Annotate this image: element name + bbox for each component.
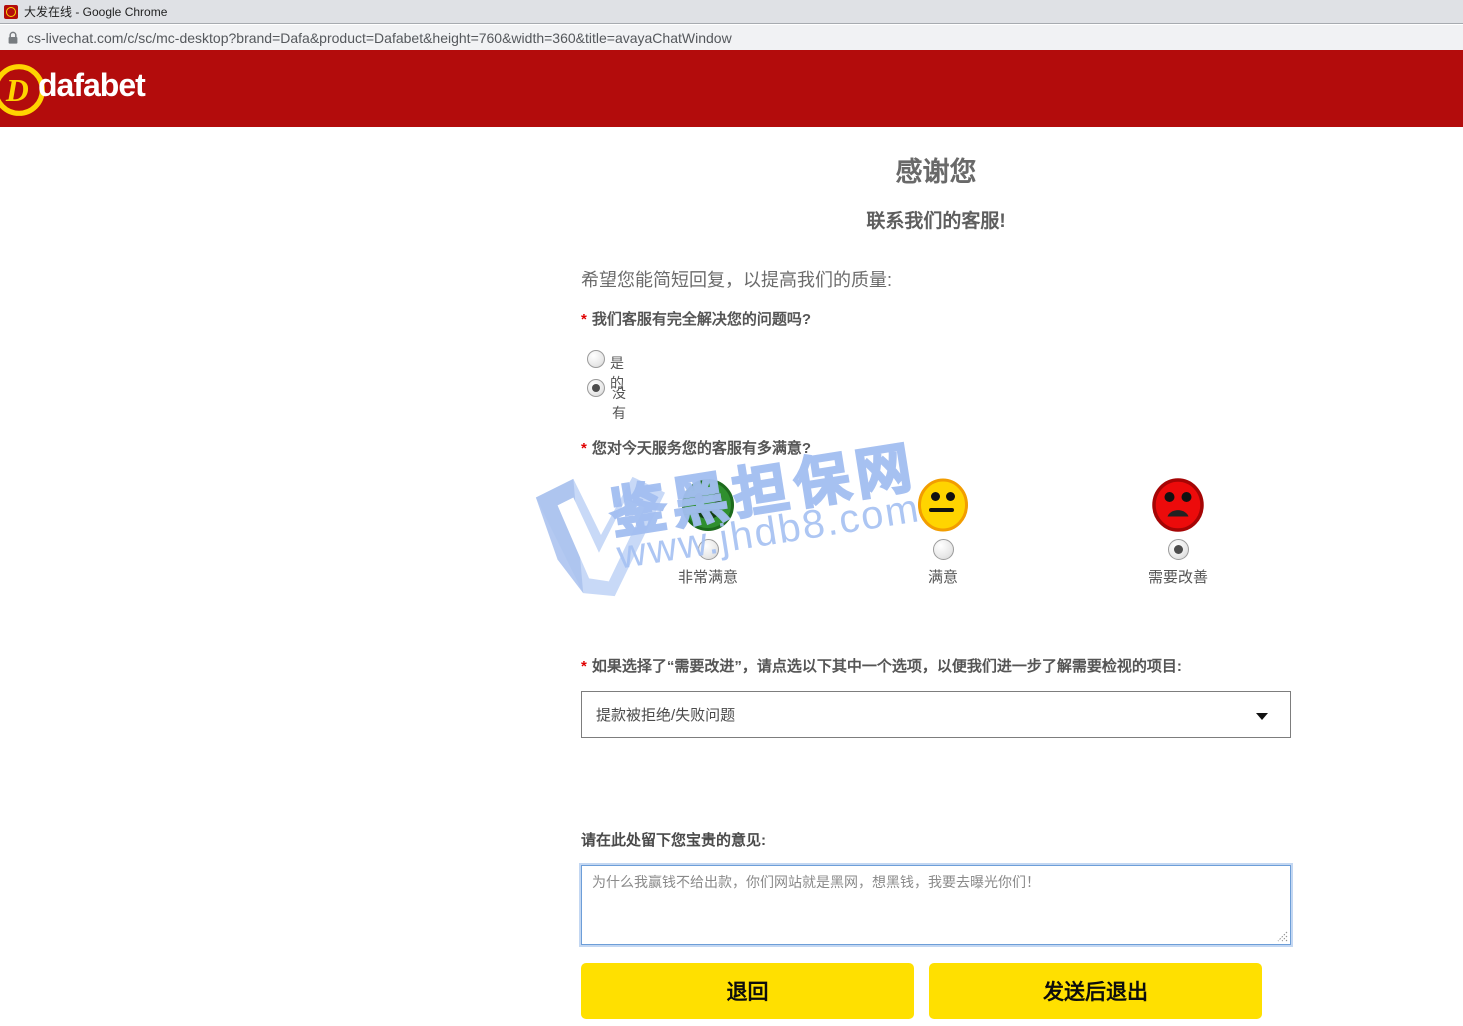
required-asterisk: *: [581, 311, 587, 328]
chevron-down-icon: [1256, 713, 1268, 720]
radio-needs-improvement[interactable]: [1168, 539, 1189, 560]
page-subtitle: 联系我们的客服!: [581, 206, 1291, 233]
question-satisfaction-label: *您对今天服务您的客服有多满意?: [581, 437, 811, 458]
comment-label: 请在此处留下您宝贵的意见:: [581, 829, 766, 850]
happy-green-face-icon: [681, 478, 735, 532]
svg-text:D: D: [5, 73, 29, 108]
neutral-yellow-face-icon: [916, 478, 970, 532]
watermark-ribbon-icon: [528, 466, 666, 604]
question-reason-label: *如果选择了“需要改进”，请点选以下其中一个选项，以便我们进一步了解需要检视的项…: [581, 655, 1182, 676]
required-asterisk: *: [581, 658, 587, 675]
required-asterisk: *: [581, 440, 587, 457]
radio-no[interactable]: [587, 379, 605, 397]
face-label-satisfied: 满意: [928, 566, 958, 587]
send-and-exit-button[interactable]: 发送后退出: [929, 963, 1262, 1019]
window-titlebar: 大发在线 - Google Chrome: [0, 0, 1463, 24]
reason-select-value: 提款被拒绝/失败问题: [596, 704, 735, 725]
radio-yes[interactable]: [587, 350, 605, 368]
satisfaction-option-very-satisfied[interactable]: 非常满意: [648, 478, 768, 587]
reason-select[interactable]: 提款被拒绝/失败问题: [581, 691, 1291, 738]
dafabet-favicon-icon: [4, 5, 18, 19]
sad-red-face-icon: [1151, 478, 1205, 532]
window-title: 大发在线 - Google Chrome: [24, 3, 167, 20]
face-label-very-satisfied: 非常满意: [678, 566, 738, 587]
lock-icon: [7, 31, 19, 45]
satisfaction-option-satisfied[interactable]: 满意: [883, 478, 1003, 587]
comment-textarea[interactable]: 为什么我赢钱不给出款，你们网站就是黑网，想黑钱，我要去曝光你们！: [581, 865, 1291, 945]
page-title: 感谢您: [581, 150, 1291, 189]
resize-handle-icon[interactable]: [1277, 931, 1288, 942]
back-button[interactable]: 退回: [581, 963, 914, 1019]
face-label-needs-improvement: 需要改善: [1148, 566, 1208, 587]
radio-satisfied[interactable]: [933, 539, 954, 560]
satisfaction-option-needs-improvement[interactable]: 需要改善: [1118, 478, 1238, 587]
radio-no-label[interactable]: 没有: [612, 383, 626, 423]
brand-header: D dafabet: [0, 50, 1463, 127]
comment-field-wrap: 为什么我赢钱不给出款，你们网站就是黑网，想黑钱，我要去曝光你们！: [581, 865, 1291, 945]
brand-logo-text: dafabet: [38, 67, 145, 104]
intro-text: 希望您能简短回复，以提高我们的质量:: [581, 266, 892, 292]
radio-option-yes[interactable]: 是的: [587, 350, 605, 373]
radio-option-no[interactable]: 没有: [587, 379, 605, 402]
question-resolved-label: *我们客服有完全解决您的问题吗?: [581, 308, 811, 329]
url-bar[interactable]: cs-livechat.com/c/sc/mc-desktop?brand=Da…: [0, 25, 1463, 50]
url-text[interactable]: cs-livechat.com/c/sc/mc-desktop?brand=Da…: [27, 30, 732, 46]
radio-very-satisfied[interactable]: [698, 539, 719, 560]
